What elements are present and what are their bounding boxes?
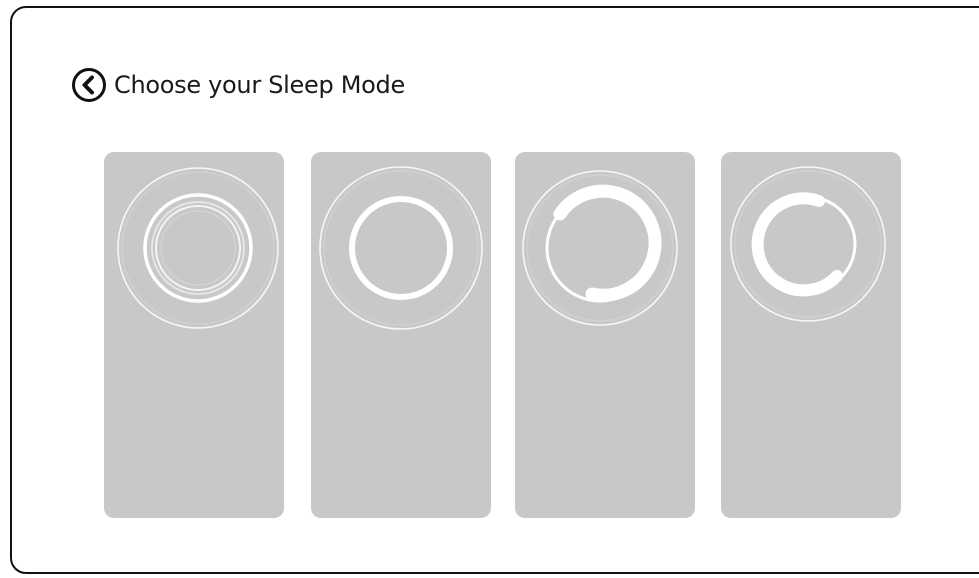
sleep-mode-card-3[interactable] <box>515 152 695 518</box>
back-button[interactable] <box>70 66 108 104</box>
full-ring-dial-icon <box>319 166 483 330</box>
partial-arc-dial-icon <box>522 170 678 326</box>
double-ring-dial-icon <box>117 167 279 329</box>
sleep-mode-card-2[interactable] <box>311 152 491 518</box>
sleep-mode-card-4[interactable] <box>721 152 901 518</box>
sleep-mode-card-1[interactable] <box>104 152 284 518</box>
page-title: Choose your Sleep Mode <box>114 71 405 99</box>
chevron-left-circle-icon <box>72 68 106 102</box>
partial-arc-dial-icon <box>730 166 886 322</box>
header: Choose your Sleep Mode <box>70 66 405 104</box>
